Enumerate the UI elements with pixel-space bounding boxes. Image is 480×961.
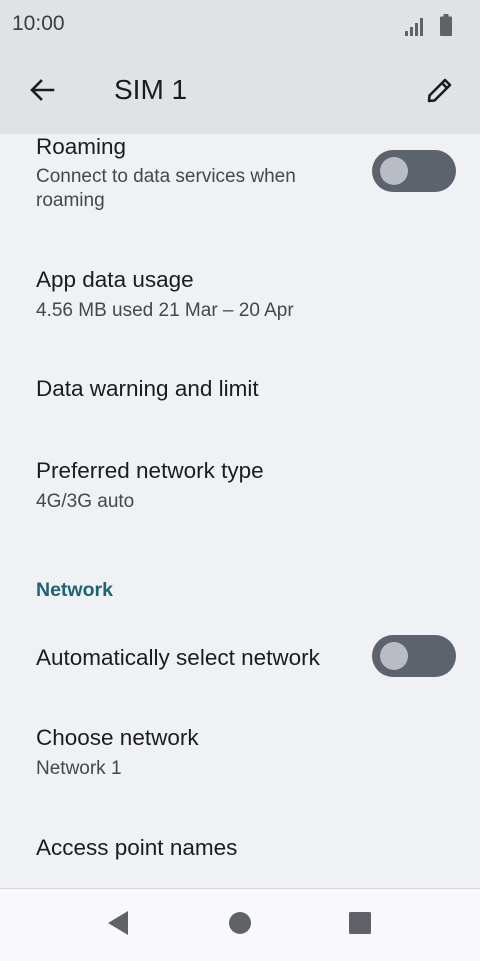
- auto-select-network-title: Automatically select network: [36, 645, 320, 670]
- app-bar: SIM 1: [0, 50, 480, 134]
- nav-back-button[interactable]: [104, 910, 132, 941]
- navigation-bar: [0, 888, 480, 961]
- back-button[interactable]: [24, 72, 60, 112]
- status-time: 10:00: [12, 12, 65, 35]
- app-data-usage-row[interactable]: App data usage 4.56 MB used 21 Mar – 20 …: [0, 254, 480, 334]
- data-warning-title: Data warning and limit: [36, 376, 259, 401]
- triangle-back-icon: [106, 910, 130, 941]
- preferred-network-row[interactable]: Preferred network type 4G/3G auto: [0, 444, 480, 524]
- preferred-network-subtitle: 4G/3G auto: [36, 491, 135, 512]
- arrow-back-icon: [28, 76, 56, 109]
- status-bar: 10:00: [0, 0, 480, 50]
- page-title: SIM 1: [114, 74, 188, 105]
- edit-button[interactable]: [420, 72, 460, 112]
- choose-network-subtitle: Network 1: [36, 758, 122, 779]
- roaming-toggle-thumb: [380, 157, 408, 185]
- auto-select-network-toggle-thumb: [380, 642, 408, 670]
- app-data-usage-subtitle: 4.56 MB used 21 Mar – 20 Apr: [36, 300, 294, 321]
- nav-recents-button[interactable]: [346, 911, 374, 939]
- settings-list: Roaming Connect to data services when ro…: [0, 134, 480, 888]
- roaming-toggle[interactable]: [372, 150, 456, 192]
- circle-home-icon: [228, 911, 252, 940]
- access-point-names-row[interactable]: Access point names: [0, 810, 480, 880]
- pencil-icon: [425, 75, 455, 110]
- roaming-subtitle-line2: roaming: [36, 190, 105, 211]
- roaming-row[interactable]: Roaming Connect to data services when ro…: [0, 134, 480, 230]
- signal-icon: [404, 16, 426, 41]
- roaming-title: Roaming: [36, 134, 127, 159]
- choose-network-row[interactable]: Choose network Network 1: [0, 710, 480, 790]
- data-warning-row[interactable]: Data warning and limit: [0, 354, 480, 424]
- choose-network-title: Choose network: [36, 725, 199, 750]
- auto-select-network-row[interactable]: Automatically select network: [0, 624, 480, 690]
- auto-select-network-toggle[interactable]: [372, 635, 456, 677]
- status-icons: [404, 14, 452, 41]
- app-data-usage-title: App data usage: [36, 267, 194, 292]
- access-point-names-title: Access point names: [36, 835, 238, 860]
- nav-home-button[interactable]: [226, 911, 254, 939]
- network-section-header: Network: [36, 579, 113, 601]
- roaming-subtitle-line1: Connect to data services when: [36, 166, 296, 187]
- preferred-network-title: Preferred network type: [36, 458, 264, 483]
- battery-icon: [440, 14, 452, 41]
- square-recents-icon: [348, 911, 372, 940]
